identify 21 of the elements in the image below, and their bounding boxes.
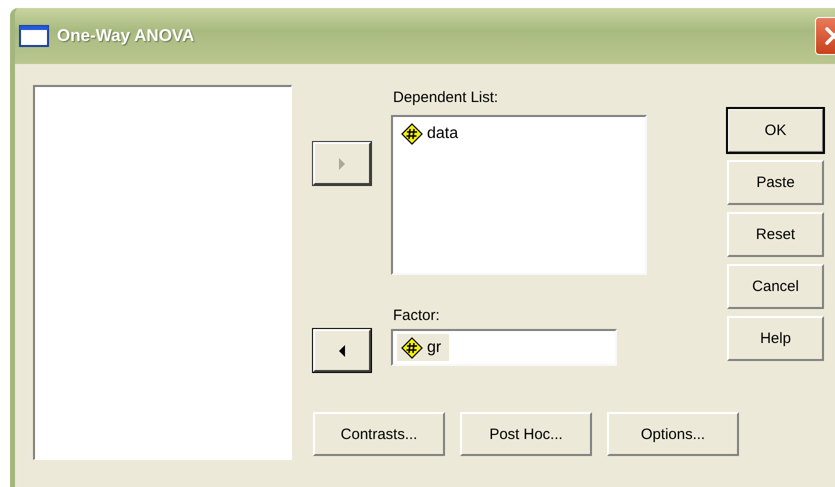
numeric-variable-icon [401,336,423,358]
move-button[interactable] [313,329,371,372]
window-icon [19,25,49,47]
dialog-button[interactable]: Options... [607,412,739,456]
dialog-button[interactable]: Paste [727,160,824,205]
dialog-button[interactable]: OK [727,108,824,153]
field-label: Factor: [392,307,441,326]
dependent-list[interactable]: data [391,115,647,275]
variable-name: gr [427,338,442,356]
dialog-button[interactable]: Post Hoc... [460,412,592,456]
factor-field[interactable]: gr [391,329,617,366]
dialog-button[interactable]: Help [727,316,824,361]
variable-name[interactable]: data [427,125,458,143]
arrow-left-icon [338,344,346,358]
window-title: One-Way ANOVA [57,26,196,46]
dialog-button[interactable]: Reset [727,212,824,257]
dialog-button[interactable]: Contrasts... [313,412,445,456]
field-label: Dependent List: [392,89,500,108]
numeric-variable-icon [401,123,423,145]
dialog-button[interactable]: Cancel [727,264,824,309]
arrow-right-icon [338,156,346,170]
